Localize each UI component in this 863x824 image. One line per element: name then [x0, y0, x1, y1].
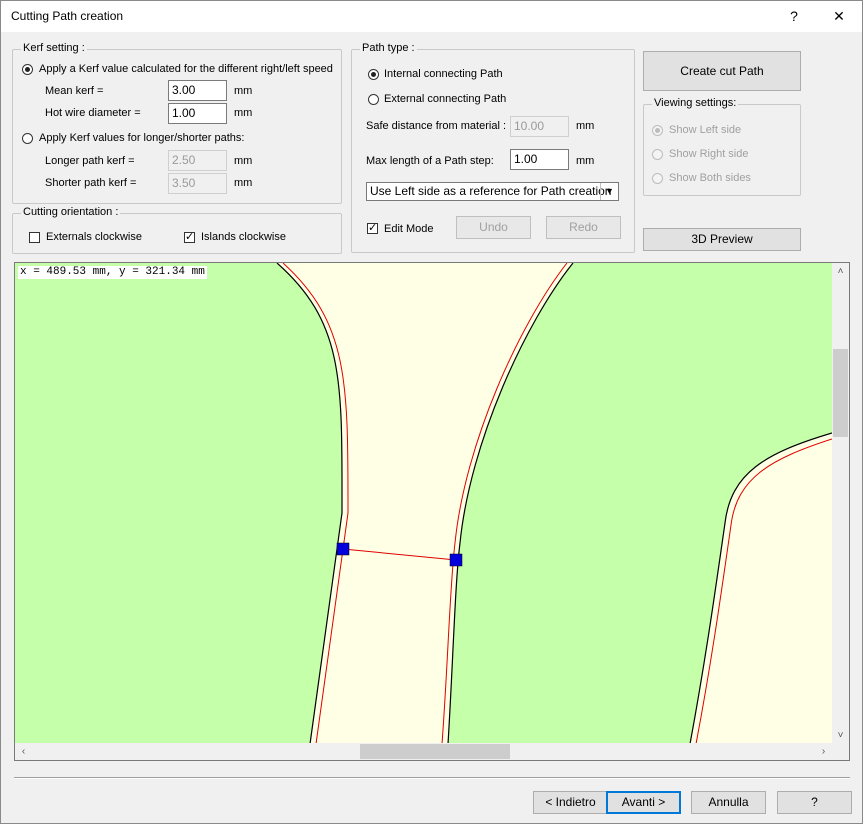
- horizontal-scroll-thumb[interactable]: [360, 744, 510, 759]
- vertical-scroll-thumb[interactable]: [833, 349, 848, 437]
- longer-kerf-label: Longer path kerf =: [45, 155, 135, 167]
- hot-wire-unit: mm: [234, 107, 253, 119]
- path-type-legend: Path type :: [360, 42, 417, 54]
- path-editor-canvas[interactable]: x = 489.53 mm, y = 321.34 mm ˄ ˅ ‹ ›: [14, 262, 850, 761]
- hot-wire-label: Hot wire diameter =: [45, 107, 141, 119]
- kerf-setting-legend: Kerf setting :: [21, 42, 87, 54]
- path-handle-right[interactable]: [449, 553, 463, 567]
- show-both-label[interactable]: Show Both sides: [669, 172, 751, 184]
- max-length-label: Max length of a Path step:: [366, 155, 494, 167]
- hot-wire-input[interactable]: 1.00: [168, 103, 227, 124]
- shorter-kerf-input[interactable]: 3.50: [168, 173, 227, 194]
- coordinate-readout: x = 489.53 mm, y = 321.34 mm: [18, 266, 207, 279]
- edit-mode-label[interactable]: Edit Mode: [384, 223, 434, 235]
- shorter-kerf-label: Shorter path kerf =: [45, 177, 137, 189]
- reference-side-select[interactable]: Use Left side as a reference for Path cr…: [366, 182, 619, 201]
- kerf-calculated-radio[interactable]: [22, 64, 33, 75]
- externals-clockwise-label[interactable]: Externals clockwise: [46, 231, 142, 243]
- kerf-longer-shorter-label[interactable]: Apply Kerf values for longer/shorter pat…: [39, 132, 244, 144]
- kerf-longer-shorter-radio[interactable]: [22, 133, 33, 144]
- mean-kerf-input[interactable]: 3.00: [168, 80, 227, 101]
- redo-button[interactable]: Redo: [546, 216, 621, 239]
- viewing-settings-legend: Viewing settings:: [652, 97, 739, 109]
- horizontal-scrollbar[interactable]: ‹ ›: [15, 743, 832, 760]
- shorter-kerf-unit: mm: [234, 177, 253, 189]
- 3d-preview-button[interactable]: 3D Preview: [643, 228, 801, 251]
- cutting-orientation-legend: Cutting orientation :: [21, 206, 121, 218]
- chevron-down-icon[interactable]: ▼: [600, 183, 618, 200]
- islands-clockwise-checkbox[interactable]: ✓: [184, 232, 195, 243]
- show-right-radio[interactable]: [652, 149, 663, 160]
- max-length-input[interactable]: 1.00: [510, 149, 569, 170]
- islands-clockwise-label[interactable]: Islands clockwise: [201, 231, 286, 243]
- safe-distance-input[interactable]: 10.00: [510, 116, 569, 137]
- safe-distance-label: Safe distance from material :: [366, 120, 507, 132]
- next-button[interactable]: Avanti >: [606, 791, 681, 814]
- longer-kerf-unit: mm: [234, 155, 253, 167]
- longer-kerf-input[interactable]: 2.50: [168, 150, 227, 171]
- shape-drawing[interactable]: [15, 263, 832, 744]
- dialog-window: Cutting Path creation ? ✕ Kerf setting :…: [0, 0, 863, 824]
- scroll-left-icon[interactable]: ‹: [15, 743, 32, 760]
- help-title-button[interactable]: ?: [771, 1, 817, 32]
- scroll-up-icon[interactable]: ˄: [832, 263, 849, 280]
- show-left-radio[interactable]: [652, 125, 663, 136]
- safe-distance-unit: mm: [576, 120, 595, 132]
- undo-button[interactable]: Undo: [456, 216, 531, 239]
- max-length-unit: mm: [576, 155, 595, 167]
- externals-clockwise-checkbox[interactable]: [29, 232, 40, 243]
- close-icon[interactable]: ✕: [816, 1, 862, 32]
- external-path-label[interactable]: External connecting Path: [384, 93, 506, 105]
- window-title: Cutting Path creation: [11, 9, 124, 23]
- show-right-label[interactable]: Show Right side: [669, 148, 749, 160]
- scroll-right-icon[interactable]: ›: [815, 743, 832, 760]
- show-left-label[interactable]: Show Left side: [669, 124, 741, 136]
- show-both-radio[interactable]: [652, 173, 663, 184]
- vertical-scrollbar[interactable]: ˄ ˅: [832, 263, 849, 744]
- footer-separator: [14, 777, 850, 779]
- back-button[interactable]: < Indietro: [533, 791, 608, 814]
- mean-kerf-label: Mean kerf =: [45, 85, 104, 97]
- kerf-calculated-label[interactable]: Apply a Kerf value calculated for the di…: [39, 63, 333, 75]
- internal-path-label[interactable]: Internal connecting Path: [384, 68, 503, 80]
- scroll-down-icon[interactable]: ˅: [832, 727, 849, 744]
- help-button[interactable]: ?: [777, 791, 852, 814]
- external-path-radio[interactable]: [368, 94, 379, 105]
- edit-mode-checkbox[interactable]: ✓: [367, 223, 378, 234]
- internal-path-radio[interactable]: [368, 69, 379, 80]
- create-cut-path-button[interactable]: Create cut Path: [643, 51, 801, 91]
- title-bar: Cutting Path creation ? ✕: [1, 1, 862, 32]
- cancel-button[interactable]: Annulla: [691, 791, 766, 814]
- path-handle-left[interactable]: [336, 542, 350, 556]
- reference-side-value: Use Left side as a reference for Path cr…: [370, 184, 612, 198]
- scroll-corner: [832, 743, 849, 760]
- mean-kerf-unit: mm: [234, 85, 253, 97]
